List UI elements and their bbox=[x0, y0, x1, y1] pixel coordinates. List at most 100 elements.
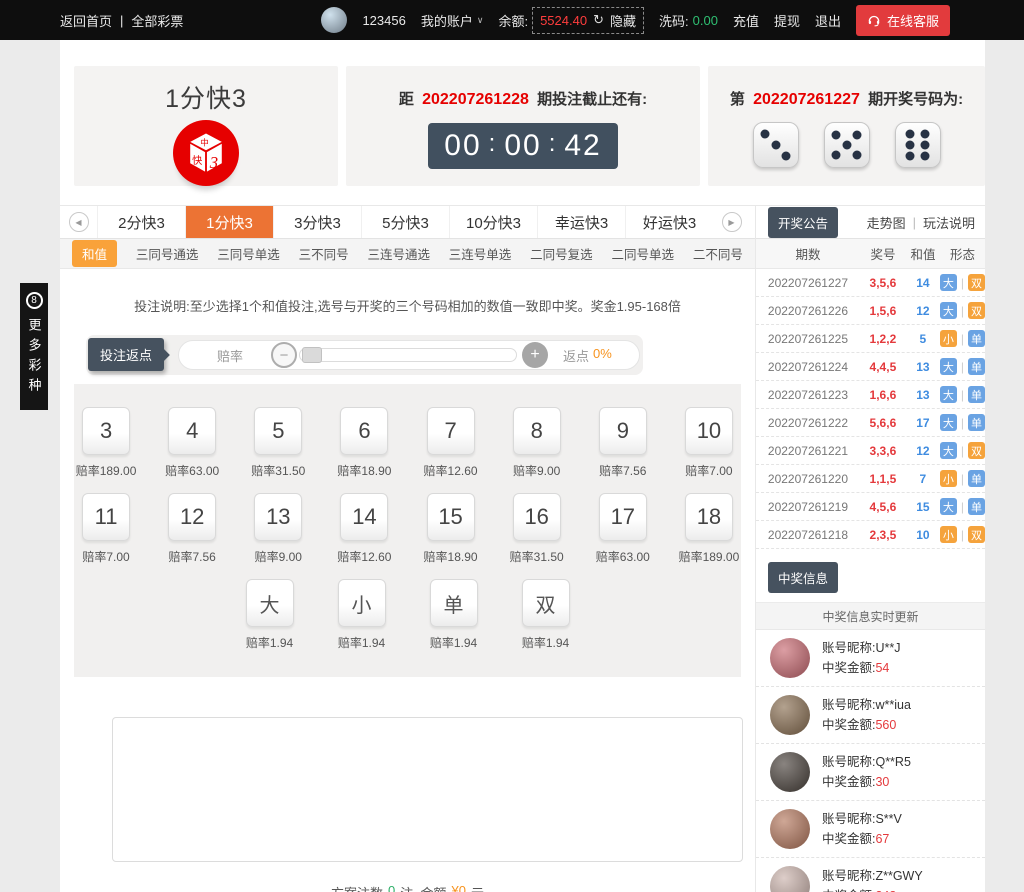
winners-button[interactable]: 中奖信息 bbox=[768, 562, 838, 593]
tabs-scroll-right[interactable]: ▶ bbox=[713, 206, 750, 238]
tabs-scroll-left[interactable]: ◀ bbox=[60, 206, 97, 238]
tab-1分快3[interactable]: 1分快3 bbox=[185, 206, 273, 238]
bet-button-14[interactable]: 14 bbox=[340, 493, 388, 541]
subtab-bar: 和值三同号通选三同号单选三不同号三连号通选三连号单选二同号复选二同号单选二不同号 bbox=[60, 239, 755, 269]
refresh-icon[interactable]: ↻ bbox=[593, 12, 604, 28]
bet-button-10[interactable]: 10 bbox=[685, 407, 733, 455]
parity-badge: 双 bbox=[968, 442, 985, 459]
result-row: 2022072612231,6,613大|单 bbox=[756, 381, 985, 409]
winner-item: 账号昵称:Z**GWY中奖金额:348 bbox=[756, 858, 985, 892]
result-row: 2022072612201,1,57小|单 bbox=[756, 465, 985, 493]
bet-button-5[interactable]: 5 bbox=[254, 407, 302, 455]
bet-button-小[interactable]: 小 bbox=[338, 579, 386, 627]
logout-link[interactable]: 退出 bbox=[815, 11, 841, 30]
bet-button-单[interactable]: 单 bbox=[430, 579, 478, 627]
result-numbers: 4,4,5 bbox=[860, 360, 906, 374]
odds-label-9: 赔率7.56 bbox=[599, 462, 646, 479]
result-period: 202207261225 bbox=[756, 332, 860, 346]
home-link[interactable]: 返回首页 bbox=[60, 11, 112, 30]
result-numbers: 1,6,6 bbox=[860, 388, 906, 402]
result-numbers: 1,2,2 bbox=[860, 332, 906, 346]
rules-link[interactable]: 玩法说明 bbox=[923, 213, 975, 232]
hide-balance-toggle[interactable]: 隐藏 bbox=[610, 11, 636, 30]
more-lottery-float-tab[interactable]: 8 更多彩种 bbox=[20, 283, 48, 410]
result-period: 202207261227 bbox=[753, 91, 860, 108]
bet-button-双[interactable]: 双 bbox=[522, 579, 570, 627]
balance-box[interactable]: 5524.40 ↻ 隐藏 bbox=[532, 7, 644, 34]
headset-icon bbox=[867, 13, 881, 27]
bet-button-4[interactable]: 4 bbox=[168, 407, 216, 455]
bet-option-15: 15赔率18.90 bbox=[419, 493, 483, 565]
bet-option-6: 6 赔率18.90 bbox=[332, 407, 396, 479]
rebate-plus-button[interactable]: + bbox=[522, 342, 548, 368]
rebate-slider-handle[interactable] bbox=[302, 347, 322, 363]
game-header: 1分快3 中 快 3 距 202207261228 期投注截止还有: 00 bbox=[60, 40, 985, 205]
bet-slip-box[interactable] bbox=[112, 717, 743, 862]
all-lottery-link[interactable]: 全部彩票 bbox=[131, 11, 183, 30]
subtab-二不同号[interactable]: 二不同号 bbox=[693, 244, 743, 263]
result-numbers: 3,3,6 bbox=[860, 444, 906, 458]
online-service-button[interactable]: 在线客服 bbox=[856, 5, 950, 36]
tab-好运快3[interactable]: 好运快3 bbox=[625, 206, 713, 238]
bet-button-大[interactable]: 大 bbox=[246, 579, 294, 627]
trend-chart-link[interactable]: 走势图 bbox=[867, 213, 906, 232]
announce-button[interactable]: 开奖公告 bbox=[768, 207, 838, 238]
bet-button-7[interactable]: 7 bbox=[427, 407, 475, 455]
bet-button-18[interactable]: 18 bbox=[685, 493, 733, 541]
subtab-三同号通选[interactable]: 三同号通选 bbox=[136, 244, 199, 263]
result-shape: 大|单 bbox=[940, 414, 985, 431]
badge-separator: | bbox=[961, 388, 964, 402]
wash-value: 0.00 bbox=[693, 13, 718, 28]
links-separator: | bbox=[913, 215, 916, 230]
bet-button-16[interactable]: 16 bbox=[513, 493, 561, 541]
bet-button-9[interactable]: 9 bbox=[599, 407, 647, 455]
tab-幸运快3[interactable]: 幸运快3 bbox=[537, 206, 625, 238]
tab-2分快3[interactable]: 2分快3 bbox=[97, 206, 185, 238]
subtab-二同号复选[interactable]: 二同号复选 bbox=[530, 244, 593, 263]
balance-label: 余额: bbox=[498, 11, 528, 30]
bet-option-4: 4赔率63.00 bbox=[160, 407, 224, 479]
tab-5分快3[interactable]: 5分快3 bbox=[361, 206, 449, 238]
wash-label: 洗码: bbox=[659, 11, 689, 30]
rebate-slider-pill: 赔率 − + 返点 0% bbox=[178, 340, 640, 370]
result-shape: 小|单 bbox=[940, 470, 985, 487]
subtab-和值[interactable]: 和值 bbox=[72, 240, 117, 267]
die-pip bbox=[832, 151, 841, 160]
result-sum: 13 bbox=[906, 360, 940, 374]
withdraw-link[interactable]: 提现 bbox=[774, 11, 800, 30]
bet-button-6[interactable]: 6 bbox=[340, 407, 388, 455]
parity-badge: 双 bbox=[968, 526, 985, 543]
col-shape: 形态 bbox=[940, 244, 985, 263]
subtab-二同号单选[interactable]: 二同号单选 bbox=[612, 244, 675, 263]
subtab-三连号单选[interactable]: 三连号单选 bbox=[449, 244, 512, 263]
odds-label-18: 赔率189.00 bbox=[679, 548, 740, 565]
rebate-slider-track[interactable] bbox=[299, 348, 517, 362]
result-row: 2022072612194,5,615大|单 bbox=[756, 493, 985, 521]
recharge-link[interactable]: 充值 bbox=[733, 11, 759, 30]
tab-10分快3[interactable]: 10分快3 bbox=[449, 206, 537, 238]
bet-button-13[interactable]: 13 bbox=[254, 493, 302, 541]
result-row: 2022072612182,3,510小|双 bbox=[756, 521, 985, 549]
subtab-三同号单选[interactable]: 三同号单选 bbox=[217, 244, 280, 263]
rebate-minus-button[interactable]: − bbox=[271, 342, 297, 368]
bet-grid: 3赔率189.004赔率63.005赔率31.506赔率18.907赔率12.6… bbox=[74, 384, 741, 677]
bet-button-17[interactable]: 17 bbox=[599, 493, 647, 541]
subtab-三不同号[interactable]: 三不同号 bbox=[299, 244, 349, 263]
size-badge: 大 bbox=[940, 442, 957, 459]
result-row: 2022072612273,5,614大|双 bbox=[756, 269, 985, 297]
tab-3分快3[interactable]: 3分快3 bbox=[273, 206, 361, 238]
announce-row: 开奖公告 走势图 | 玩法说明 bbox=[756, 205, 985, 239]
bet-button-12[interactable]: 12 bbox=[168, 493, 216, 541]
topbar-user-area: 123456 我的账户 ∨ 余额: 5524.40 ↻ 隐藏 洗码: 0.00 … bbox=[321, 5, 950, 36]
result-sum: 7 bbox=[906, 472, 940, 486]
bet-button-3[interactable]: 3 bbox=[82, 407, 130, 455]
bet-row-3: 大赔率1.94小赔率1.94单赔率1.94双赔率1.94 bbox=[74, 579, 741, 651]
odds-label-6: 赔率18.90 bbox=[337, 462, 391, 479]
game-tabs-strip: 2分快31分快33分快35分快310分快3幸运快3好运快3 bbox=[97, 206, 713, 238]
my-account-dropdown[interactable]: 我的账户 ∨ bbox=[421, 11, 484, 30]
bet-button-8[interactable]: 8 bbox=[513, 407, 561, 455]
summary-label1: 方案注数 bbox=[331, 883, 383, 892]
subtab-三连号通选[interactable]: 三连号通选 bbox=[367, 244, 430, 263]
bet-button-11[interactable]: 11 bbox=[82, 493, 130, 541]
bet-button-15[interactable]: 15 bbox=[427, 493, 475, 541]
